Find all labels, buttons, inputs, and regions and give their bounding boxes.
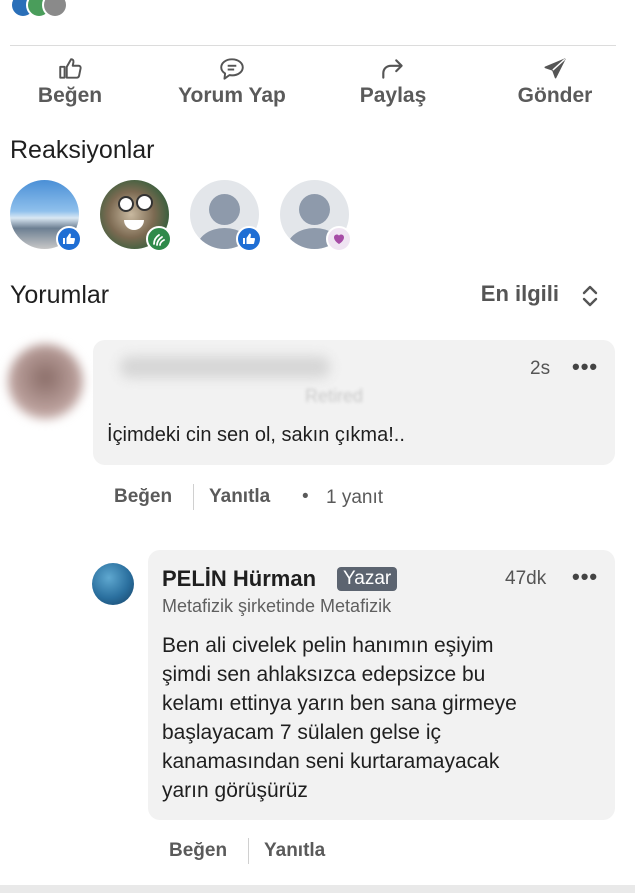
reply-author-headline: Metafizik şirketinde Metafizik <box>162 596 392 616</box>
comment-icon <box>220 58 244 80</box>
like-action-label: Beğen <box>37 84 103 107</box>
share-action-button[interactable]: Paylaş <box>323 50 463 108</box>
send-icon <box>544 58 566 79</box>
blurred-author-name <box>120 356 330 378</box>
avatar[interactable] <box>92 563 134 605</box>
reaction-item[interactable] <box>100 180 175 255</box>
comment-action-button[interactable]: Yorum Yap <box>162 50 302 108</box>
thumbs-up-icon <box>59 58 82 79</box>
reaction-item[interactable] <box>10 180 85 255</box>
post-stats-bar <box>0 0 635 20</box>
reply-text: Ben ali civelek pelin hanımın eşiyim şim… <box>162 631 602 805</box>
comment-text: İçimdeki cin sen ol, sakın çıkma!.. <box>107 424 405 446</box>
blurred-author-headline: Retired <box>305 386 364 406</box>
reply-text-line: Ben ali civelek pelin hanımın eşiyim <box>162 634 494 657</box>
post-action-bar: Beğen Yorum Yap Paylaş Gönder <box>0 50 635 120</box>
comment-time: 2s <box>530 358 551 379</box>
share-action-label: Paylaş <box>359 84 427 107</box>
reaction-item[interactable] <box>280 180 355 255</box>
reply-like-button[interactable]: Beğen <box>169 840 227 862</box>
reply-count-link[interactable]: 1 yanıt <box>326 487 383 509</box>
reply-text-line: yarın görüşürüz <box>162 779 308 802</box>
reply-time: 47dk <box>505 568 547 589</box>
reply-text-line: şimdi sen ahlaksızca edepsizce bu <box>162 663 486 686</box>
comments-title: Yorumlar <box>10 281 110 309</box>
celebrate-reaction-icon <box>146 226 172 252</box>
comment-reply-button[interactable]: Yanıtla <box>209 486 270 508</box>
author-badge: Yazar <box>337 567 398 591</box>
divider <box>248 838 249 864</box>
divider <box>193 484 194 510</box>
comment-like-button[interactable]: Beğen <box>114 486 172 508</box>
like-reaction-icon <box>56 226 82 252</box>
reactions-title: Reaksiyonlar <box>10 136 155 164</box>
like-action-button[interactable]: Beğen <box>0 50 140 108</box>
reply-reply-button[interactable]: Yanıtla <box>264 840 325 862</box>
reply-text-line: başlayacam 7 sülalen gelse iç <box>162 721 441 744</box>
reply-text-line: kelamı ettinya yarın ben sana girmeye <box>162 692 517 715</box>
reply-text-line: kanamasından seni kurtaramayacak <box>162 750 500 773</box>
send-action-button[interactable]: Gönder <box>485 50 625 108</box>
bottom-divider <box>0 885 635 893</box>
comment-action-label: Yorum Yap <box>178 84 286 107</box>
sort-dropdown[interactable]: En ilgili <box>481 281 559 307</box>
share-arrow-icon <box>382 59 403 79</box>
avatar[interactable] <box>8 344 83 419</box>
reactions-list <box>10 180 410 255</box>
send-action-label: Gönder <box>517 84 593 107</box>
separator-dot: • <box>302 486 309 507</box>
reply-author-name[interactable]: PELİN Hürman <box>162 566 316 592</box>
sort-chevrons-icon[interactable] <box>579 283 601 309</box>
like-reaction-icon <box>236 226 262 252</box>
divider <box>10 45 616 46</box>
more-options-icon[interactable]: ••• <box>572 354 598 380</box>
reaction-summary-icons <box>10 0 70 18</box>
love-reaction-icon <box>326 226 352 252</box>
reaction-item[interactable] <box>190 180 265 255</box>
more-options-icon[interactable]: ••• <box>572 564 598 590</box>
